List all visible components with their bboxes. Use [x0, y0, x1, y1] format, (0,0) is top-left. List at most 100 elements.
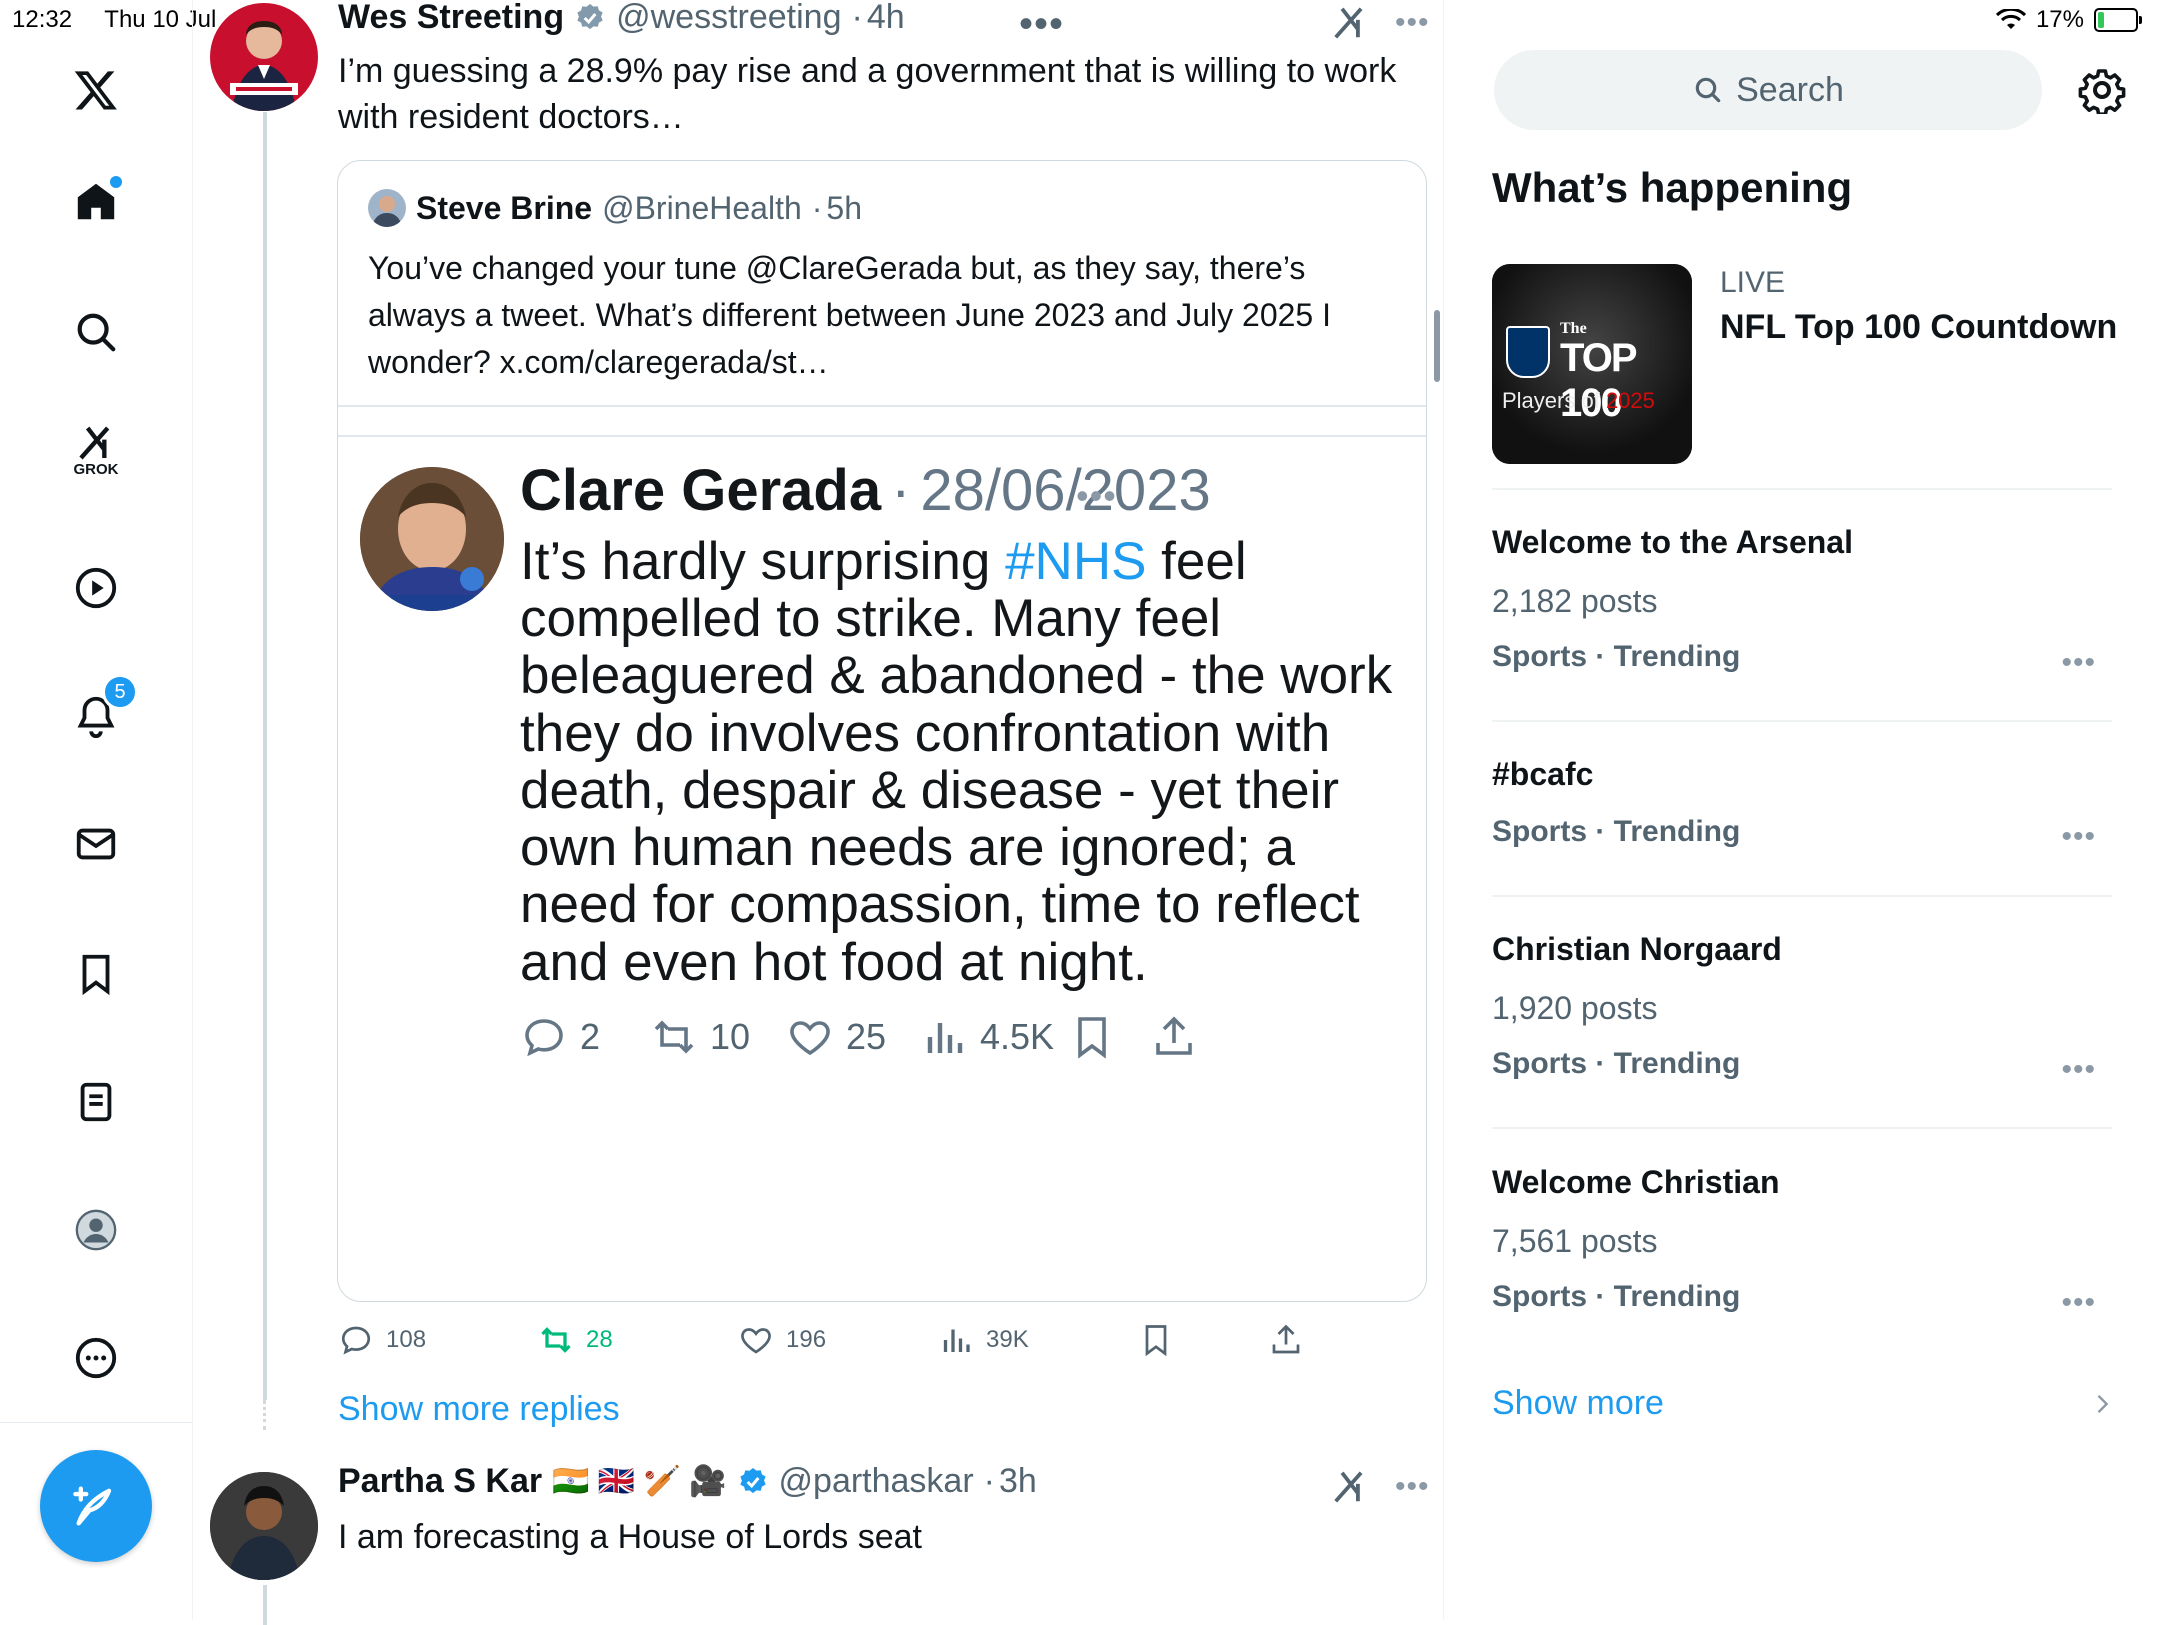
show-more-replies-link[interactable]: Show more replies	[338, 1390, 620, 1429]
media-more-icon[interactable]: •••	[1019, 2, 1064, 47]
trend-title: #bcafc	[1492, 756, 1594, 792]
trend-more-icon[interactable]: •••	[2061, 820, 2096, 854]
wes-streeting-avatar[interactable]	[210, 3, 318, 111]
video-icon[interactable]	[66, 558, 126, 618]
thread-gap	[263, 1400, 270, 1430]
notifications-badge: 5	[102, 674, 138, 710]
trend-more-icon[interactable]: •••	[2061, 1286, 2096, 1320]
bookmarks-icon[interactable]	[66, 944, 126, 1004]
compose-feather-icon	[73, 1486, 112, 1526]
chevron-right-icon[interactable]	[2088, 1390, 2116, 1418]
left-navigation: GROK 5	[0, 0, 193, 1620]
embedded-reply-count: 2	[580, 1016, 601, 1057]
quote-author-name: Steve Brine	[416, 189, 593, 226]
grok-tweet-icon[interactable]	[1331, 1468, 1369, 1511]
author-handle[interactable]: @wesstreeting	[616, 0, 841, 37]
reply-icon	[525, 1019, 563, 1057]
embedded-like-count: 25	[846, 1016, 887, 1057]
nfl-event-thumbnail[interactable]: The TOP 100 Players of 2025	[1492, 264, 1692, 464]
next-author-name[interactable]: Partha S Kar	[338, 1462, 542, 1501]
steve-brine-avatar	[368, 189, 406, 227]
sidebar-divider	[1492, 1127, 2112, 1129]
battery-icon	[2094, 8, 2142, 32]
trend-title: Welcome Christian	[1492, 1164, 1780, 1200]
verified-badge-icon	[739, 1467, 766, 1493]
retweet-button[interactable]: 28	[538, 1322, 613, 1358]
reply-count: 108	[386, 1326, 427, 1353]
bookmark-button-icon[interactable]	[1138, 1322, 1174, 1358]
quote-author-handle: @BrineHealth	[602, 189, 802, 226]
embedded-action-bar: 2 10 25 4.5K	[520, 1013, 1420, 1069]
trend-item[interactable]: Christian Norgaard 1,920 posts Sports · …	[1492, 931, 2112, 1131]
notifications-icon[interactable]: 5	[66, 674, 138, 746]
views-icon	[943, 1329, 970, 1352]
embedded-share-icon	[1156, 1016, 1192, 1055]
trend-context: Sports · Trending	[1492, 1047, 1741, 1080]
share-button-icon[interactable]	[1268, 1322, 1304, 1358]
sidebar-divider	[1492, 895, 2112, 897]
trend-more-icon[interactable]: •••	[2061, 1053, 2096, 1087]
status-bar-right: 17%	[1995, 6, 2142, 34]
battery-percent: 17%	[2035, 6, 2084, 33]
trend-post-count: 7,561 posts	[1492, 1223, 1658, 1259]
clare-gerada-avatar	[360, 467, 504, 611]
separator-dot: ·	[811, 189, 823, 226]
partha-kar-avatar[interactable]	[210, 1472, 318, 1580]
profile-icon[interactable]	[66, 1200, 126, 1260]
separator-dot: ·	[891, 458, 911, 523]
x-logo-icon[interactable]	[66, 60, 126, 120]
trend-item[interactable]: #bcafc Sports · Trending •••	[1492, 756, 2112, 886]
trend-context: Sports · Trending	[1492, 640, 1741, 673]
quote-header: Steve Brine @BrineHealth · 5h	[368, 189, 862, 227]
views-button[interactable]: 39K	[938, 1322, 1029, 1358]
next-tweet-more-icon[interactable]: •••	[1395, 1470, 1430, 1504]
lists-icon[interactable]	[66, 1072, 126, 1132]
show-more-trends-link[interactable]: Show more	[1492, 1384, 1664, 1423]
like-button[interactable]: 196	[738, 1322, 826, 1358]
reply-button[interactable]: 108	[338, 1322, 426, 1358]
embedded-tweet-text: It’s hardly surprising #NHS feel compell…	[520, 533, 1420, 991]
messages-icon[interactable]	[66, 814, 126, 874]
embedded-retweet-count: 10	[710, 1016, 751, 1057]
retweet-count: 28	[586, 1326, 613, 1353]
home-icon[interactable]	[66, 172, 126, 232]
grok-icon[interactable]: GROK	[66, 420, 126, 480]
more-options-icon[interactable]	[66, 1328, 126, 1388]
embedded-like: 25	[786, 1013, 886, 1061]
sidebar-divider	[1492, 488, 2112, 490]
settings-gear-icon[interactable]	[2078, 66, 2126, 119]
quote-tweet-card[interactable]: Steve Brine @BrineHealth · 5h You’ve cha…	[337, 160, 1427, 1302]
tweet-action-bar: 108 28 196 39K	[338, 1322, 1438, 1362]
next-tweet-header: Partha S Kar 🇮🇳 🇬🇧 🏏 🎥 @parthaskar · 3h	[338, 1462, 1037, 1501]
trend-item[interactable]: Welcome Christian 7,561 posts Sports · T…	[1492, 1164, 2112, 1364]
nav-divider	[0, 1422, 192, 1423]
next-author-handle[interactable]: @parthaskar	[779, 1462, 974, 1501]
thumb-players: Players of 2025	[1502, 388, 1655, 414]
sidebar-divider	[1492, 720, 2112, 722]
grok-tweet-icon[interactable]	[1331, 4, 1369, 47]
separator-dot: ·	[851, 0, 863, 36]
tweet-text: I’m guessing a 28.9% pay rise and a gove…	[338, 52, 1397, 136]
home-unread-dot	[110, 176, 122, 188]
trend-more-icon[interactable]: •••	[2061, 646, 2096, 680]
quote-media-divider	[338, 405, 1426, 407]
search-nav-icon[interactable]	[66, 302, 126, 362]
embedded-author-name: Clare Gerada	[520, 458, 882, 523]
trend-post-count: 2,182 posts	[1492, 583, 1658, 619]
next-tweet-time[interactable]: 3h	[999, 1462, 1037, 1501]
thumb-players-of: Players of	[1502, 388, 1606, 413]
live-event-title[interactable]: NFL Top 100 Countdown	[1720, 308, 2117, 347]
name-emojis: 🇮🇳 🇬🇧 🏏 🎥	[552, 1465, 727, 1498]
compose-post-button[interactable]	[40, 1450, 152, 1562]
embedded-text-start: It’s hardly surprising	[520, 532, 1006, 591]
heart-icon	[741, 1328, 771, 1354]
trend-item[interactable]: Welcome to the Arsenal 2,182 posts Sport…	[1492, 524, 2112, 724]
search-input[interactable]: Search	[1494, 50, 2042, 130]
next-tweet-text: I am forecasting a House of Lords seat	[338, 1518, 922, 1556]
timeline-scrollbar[interactable]	[1434, 310, 1440, 382]
trend-title: Welcome to the Arsenal	[1492, 524, 1853, 560]
embedded-bookmark-icon	[1078, 1017, 1106, 1059]
author-name[interactable]: Wes Streeting	[338, 0, 564, 37]
tweet-more-icon[interactable]: •••	[1395, 6, 1430, 40]
tweet-time[interactable]: 4h	[867, 0, 905, 37]
